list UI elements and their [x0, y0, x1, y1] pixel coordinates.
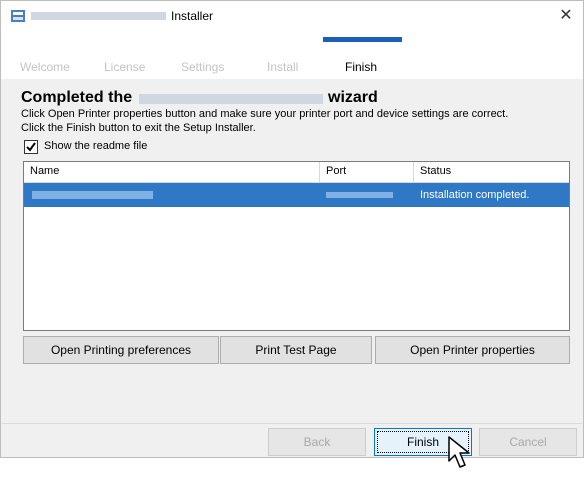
heading-redacted-block	[139, 94, 323, 104]
open-printer-properties-button[interactable]: Open Printer properties	[375, 336, 570, 364]
title-bar: Installer ✕	[1, 1, 583, 31]
finish-button-label[interactable]: Finish	[407, 435, 439, 449]
step-install: Install	[267, 60, 299, 74]
printer-name-redacted	[32, 191, 153, 199]
step-license: License	[104, 60, 146, 74]
column-divider[interactable]	[413, 162, 414, 182]
port-redacted	[326, 192, 393, 198]
page-title-prefix: Completed the	[21, 89, 133, 106]
column-header-status[interactable]: Status	[420, 165, 451, 177]
printer-list-table[interactable]: Name Port Status Installation completed.	[23, 161, 570, 331]
wizard-steps: Welcome License Settings Install Finish	[1, 31, 583, 79]
column-header-name[interactable]: Name	[30, 165, 59, 177]
mouse-pointer-icon	[448, 436, 470, 468]
active-step-indicator	[323, 37, 402, 42]
close-button[interactable]: ✕	[551, 1, 581, 31]
description-line-2: Click the Finish button to exit the Setu…	[21, 122, 256, 134]
table-row[interactable]: Installation completed.	[24, 183, 569, 207]
open-printing-preferences-button[interactable]: Open Printing preferences	[23, 336, 219, 364]
column-header-port[interactable]: Port	[326, 165, 346, 177]
footer-divider	[2, 423, 582, 424]
step-welcome: Welcome	[20, 60, 70, 74]
checkmark-icon	[26, 142, 36, 152]
column-divider[interactable]	[319, 162, 320, 182]
step-settings: Settings	[181, 60, 225, 74]
table-header: Name Port Status	[24, 162, 569, 183]
page-title-suffix: wizard	[328, 89, 378, 106]
title-redacted-block	[31, 12, 166, 20]
installer-window: Installer ✕ Welcome License Settings Ins…	[0, 0, 584, 458]
print-test-page-button[interactable]: Print Test Page	[220, 336, 372, 364]
show-readme-checkbox[interactable]	[24, 140, 38, 154]
back-button[interactable]: Back	[268, 428, 366, 456]
show-readme-label[interactable]: Show the readme file	[44, 140, 147, 152]
cancel-button[interactable]: Cancel	[479, 428, 577, 456]
row-status: Installation completed.	[420, 189, 530, 201]
close-icon[interactable]: ✕	[559, 7, 572, 24]
window-title: Installer	[171, 9, 214, 23]
step-finish: Finish	[345, 60, 378, 74]
installer-app-icon	[11, 10, 25, 22]
description-line-1: Click Open Printer properties button and…	[21, 108, 509, 120]
